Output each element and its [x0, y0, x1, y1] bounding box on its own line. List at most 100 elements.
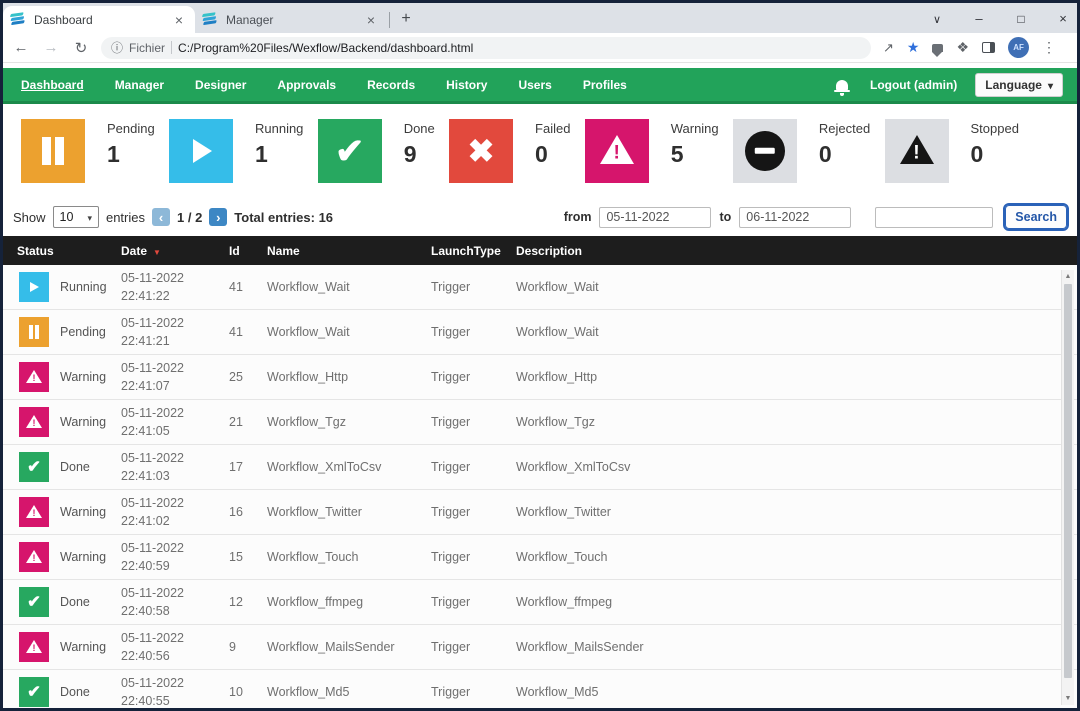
status-card: Warning 5 [584, 119, 719, 183]
row-date: 05-11-2022 [121, 630, 185, 645]
status-cards-row: Pending 1 Running 1 Done 9 Failed 0 Warn… [3, 104, 1077, 198]
browser-tab-manager[interactable]: Manager [195, 6, 387, 33]
row-status-label: Pending [60, 325, 106, 339]
row-name: Workflow_Touch [267, 550, 359, 564]
back-button[interactable] [11, 39, 31, 56]
page-size-select[interactable]: 10 [52, 206, 99, 228]
bookmark-star-icon[interactable] [907, 39, 920, 57]
browser-tab-dashboard[interactable]: Dashboard [3, 6, 195, 33]
tab-close-icon[interactable] [363, 12, 379, 28]
nav-item-approvals[interactable]: Approvals [277, 78, 336, 92]
wexflow-favicon-icon [201, 11, 219, 28]
table-row[interactable]: Done 05-11-2022 22:40:55 10 Workflow_Md5… [3, 670, 1077, 708]
table-row[interactable]: Warning 05-11-2022 22:40:59 15 Workflow_… [3, 535, 1077, 580]
row-time: 22:40:55 [121, 694, 170, 708]
row-date: 05-11-2022 [121, 540, 185, 555]
navbar-right: Logout (admin) Language [833, 72, 1063, 97]
column-header-date[interactable]: Date [121, 244, 229, 258]
nav-item-designer[interactable]: Designer [195, 78, 246, 92]
scrollbar-down-arrow-icon[interactable] [1062, 692, 1074, 705]
table-scrollbar[interactable] [1061, 270, 1074, 705]
browser-window: Dashboard Manager Fichier C:/Program%20F… [0, 0, 1080, 711]
status-card-count: 1 [107, 141, 120, 167]
filter-controls: from to Search [564, 203, 1069, 231]
status-card-label: Failed [535, 121, 571, 136]
notifications-bell-icon[interactable] [833, 79, 850, 96]
status-card-count: 0 [535, 141, 548, 167]
row-date: 05-11-2022 [121, 270, 185, 285]
table-row[interactable]: Done 05-11-2022 22:41:03 17 Workflow_Xml… [3, 445, 1077, 490]
share-icon[interactable] [883, 39, 894, 57]
language-dropdown[interactable]: Language [975, 72, 1063, 97]
column-header-id[interactable]: Id [229, 244, 267, 258]
nav-item-users[interactable]: Users [518, 78, 551, 92]
table-row[interactable]: Warning 05-11-2022 22:41:02 16 Workflow_… [3, 490, 1077, 535]
status-icon [19, 497, 49, 527]
close-window-button[interactable] [1055, 11, 1071, 26]
table-row[interactable]: Running 05-11-2022 22:41:22 41 Workflow_… [3, 265, 1077, 310]
nav-item-dashboard[interactable]: Dashboard [21, 78, 84, 92]
previous-page-button[interactable] [152, 208, 170, 226]
reload-button[interactable] [71, 39, 91, 57]
column-header-status[interactable]: Status [17, 244, 121, 258]
tab-search-chevron-icon[interactable] [929, 11, 945, 26]
profile-avatar[interactable]: AF [1008, 37, 1030, 58]
to-label: to [719, 210, 732, 224]
wexflow-favicon-icon [9, 11, 27, 28]
nav-item-history[interactable]: History [446, 78, 487, 92]
new-tab-button[interactable] [394, 7, 418, 31]
browser-toolbar: Fichier C:/Program%20Files/Wexflow/Backe… [3, 33, 1077, 63]
row-description: Workflow_XmlToCsv [516, 460, 631, 474]
row-name: Workflow_ffmpeg [267, 595, 364, 609]
logout-link[interactable]: Logout (admin) [870, 78, 957, 92]
row-date-cell: 05-11-2022 22:41:22 [121, 269, 229, 305]
maximize-button[interactable] [1013, 11, 1029, 26]
total-entries-label: Total entries: 16 [234, 209, 334, 225]
table-row[interactable]: Pending 05-11-2022 22:41:21 41 Workflow_… [3, 310, 1077, 355]
row-id: 21 [229, 415, 243, 429]
row-launchtype: Trigger [431, 640, 471, 654]
status-card: Stopped 0 [884, 119, 1019, 183]
minimize-button[interactable] [971, 11, 987, 26]
row-time: 22:41:02 [121, 514, 170, 528]
scrollbar-up-arrow-icon[interactable] [1062, 270, 1074, 283]
forward-button[interactable] [41, 39, 61, 56]
status-card: Done 9 [317, 119, 435, 183]
tab-close-icon[interactable] [171, 12, 187, 28]
side-panel-icon[interactable] [982, 42, 996, 53]
table-header: Status Date Id Name LaunchType Descripti… [3, 236, 1077, 265]
column-header-launchtype[interactable]: LaunchType [431, 244, 516, 258]
table-row[interactable]: Warning 05-11-2022 22:40:56 9 Workflow_M… [3, 625, 1077, 670]
row-id: 10 [229, 685, 243, 699]
from-date-input[interactable] [599, 206, 712, 228]
status-icon [19, 677, 49, 707]
status-card-label: Warning [670, 121, 719, 136]
row-status-cell: Warning [17, 542, 121, 572]
search-button[interactable]: Search [1003, 203, 1069, 231]
table-row[interactable]: Warning 05-11-2022 22:41:05 21 Workflow_… [3, 400, 1077, 445]
nav-item-records[interactable]: Records [367, 78, 415, 92]
scrollbar-thumb[interactable] [1064, 284, 1072, 678]
row-description: Workflow_Http [516, 370, 598, 384]
search-input[interactable] [875, 206, 994, 228]
status-card: Pending 1 [21, 119, 155, 183]
shield-extension-icon[interactable] [932, 43, 944, 57]
status-card-label: Pending [107, 121, 155, 136]
row-time: 22:40:59 [121, 559, 170, 573]
nav-item-profiles[interactable]: Profiles [583, 78, 627, 92]
column-header-name[interactable]: Name [267, 244, 431, 258]
table-row[interactable]: Warning 05-11-2022 22:41:07 25 Workflow_… [3, 355, 1077, 400]
table-row[interactable]: Done 05-11-2022 22:40:58 12 Workflow_ffm… [3, 580, 1077, 625]
address-bar[interactable]: Fichier C:/Program%20Files/Wexflow/Backe… [101, 36, 871, 59]
to-date-input[interactable] [739, 206, 852, 228]
row-time: 22:41:21 [121, 334, 170, 348]
next-page-button[interactable] [209, 208, 228, 226]
column-header-description[interactable]: Description [516, 244, 1077, 258]
nav-item-manager[interactable]: Manager [115, 78, 164, 92]
page-info-icon[interactable] [111, 39, 123, 56]
row-status-cell: Pending [17, 317, 121, 347]
browser-menu-icon[interactable] [1042, 39, 1056, 57]
row-description: Workflow_Twitter [516, 505, 611, 519]
extensions-puzzle-icon[interactable] [956, 39, 969, 57]
row-status-label: Warning [60, 550, 107, 564]
